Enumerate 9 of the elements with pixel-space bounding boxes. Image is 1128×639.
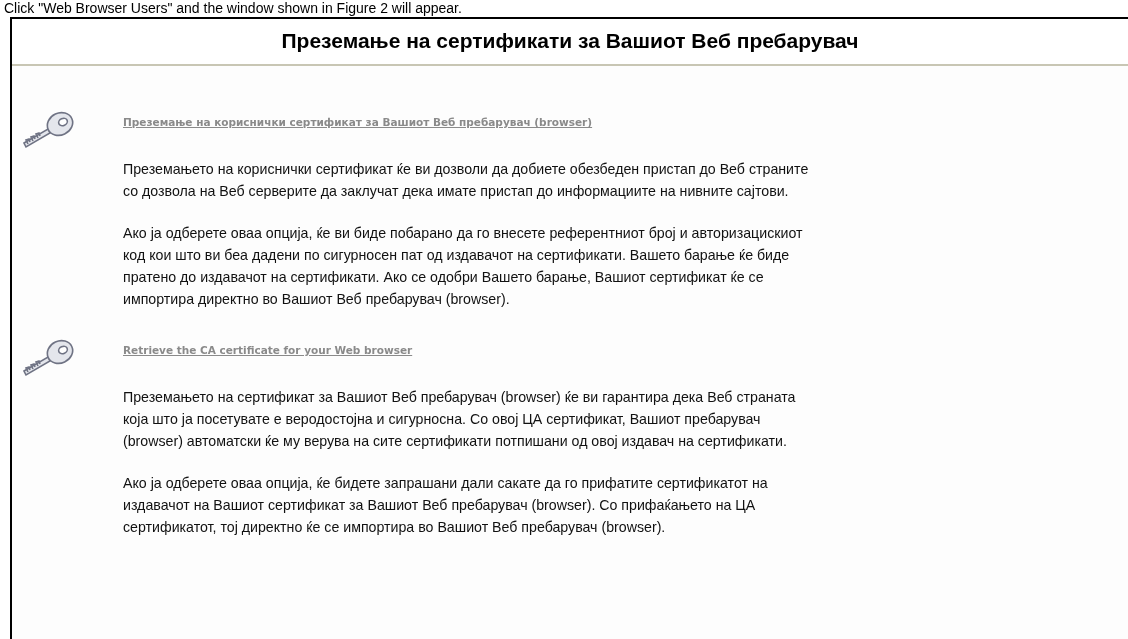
- section-link[interactable]: Retrieve the CA certificate for your Web browser: [123, 344, 413, 356]
- key-icon: [20, 109, 76, 149]
- paragraph: Ако ја одберете оваа опција, ќе ви биде побарано да го внесете референтниот број и авторизацискиот код кои што ви беа дадени по сигурносен пат од издавачот на сертификати. Вашето барање ќе биде пратено до издавачот на сертификати. Ако се одобри Вашето барање, Вашиот сертификат ќе се импортира директно во Вашиот Веб пребарувач (browser).: [123, 224, 804, 309]
- caption: Click "Web Browser Users" and the window shown in Figure 2 will appear.: [3, 0, 463, 17]
- section-link[interactable]: Преземање на кориснички сертификат за Вашиот Веб пребарувач (browser): [123, 116, 593, 128]
- paragraph: Ако ја одберете оваа опција, ќе бидете запрашани дали сакате да го прифатите сертификатот на издавачот на Вашиот сертификат за Вашиот Веб пребарувач (browser). Со прифаќањето на ЦА сертификатот, тој директно ќе се импортира во Вашиот Веб пребарувач (browser).: [123, 474, 769, 537]
- key-icon: [20, 337, 76, 377]
- paragraph: Преземањето на кориснички сертификат ќе ви дозволи да добиете обезбеден пристап до Веб страните со дозвола на Веб серверите да заклучат дека имате пристап до информациите на нивните сајтови.: [123, 160, 810, 201]
- paragraph: Преземањето на сертификат за Вашиот Веб пребарувач (browser) ќе ви гарантира дека Веб страната која што ја посетувате е веродостојна и сигурносна. Со овој ЦА сертификат, Вашиот пребарувач (browser) автоматски ќе му верува на сите сертификати потпишани од овој издавач на сертификати.: [123, 388, 797, 451]
